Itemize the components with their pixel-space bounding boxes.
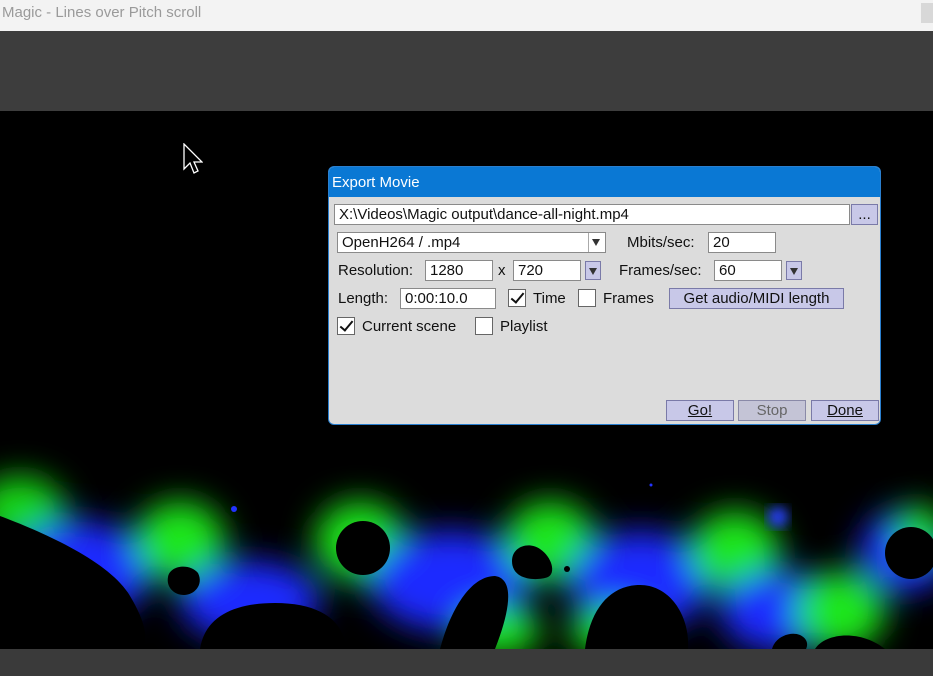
export-movie-dialog: Export Movie X:\Videos\Magic output\danc…: [328, 166, 881, 425]
playlist-checkbox[interactable]: [475, 317, 493, 335]
time-checkbox[interactable]: [508, 289, 526, 307]
fps-label: Frames/sec:: [619, 262, 702, 279]
window-title: Magic - Lines over Pitch scroll: [2, 4, 202, 21]
go-button-label: Go!: [687, 402, 713, 419]
time-label: Time: [533, 290, 566, 307]
playlist-label: Playlist: [500, 318, 548, 335]
mbits-label: Mbits/sec:: [627, 234, 695, 251]
resolution-height-input[interactable]: 720: [513, 260, 581, 281]
stop-button[interactable]: Stop: [738, 400, 806, 421]
done-button-label: Done: [827, 402, 863, 419]
file-path-input[interactable]: X:\Videos\Magic output\dance-all-night.m…: [334, 204, 850, 225]
dialog-title: Export Movie: [329, 167, 880, 197]
mbits-input[interactable]: 20: [708, 232, 776, 253]
codec-select[interactable]: OpenH264 / .mp4: [337, 232, 606, 253]
status-bar: [0, 649, 933, 676]
get-audio-midi-length-button[interactable]: Get audio/MIDI length: [669, 288, 844, 309]
chevron-down-icon[interactable]: [588, 233, 605, 252]
length-input[interactable]: 0:00:10.0: [400, 288, 496, 309]
resolution-preset-dropdown[interactable]: [585, 261, 601, 280]
mouse-cursor-icon: [183, 143, 203, 174]
done-button[interactable]: Done: [811, 400, 879, 421]
go-button[interactable]: Go!: [666, 400, 734, 421]
fps-preset-dropdown[interactable]: [786, 261, 802, 280]
toolbar-area: [0, 31, 933, 111]
current-scene-checkbox[interactable]: [337, 317, 355, 335]
resolution-label: Resolution:: [338, 262, 414, 279]
window-title-bar: Magic - Lines over Pitch scroll: [0, 0, 933, 31]
fps-input[interactable]: 60: [714, 260, 782, 281]
current-scene-label: Current scene: [362, 318, 457, 335]
window-close-button[interactable]: [921, 3, 933, 23]
resolution-x-label: x: [498, 262, 506, 279]
resolution-width-input[interactable]: 1280: [425, 260, 493, 281]
frames-checkbox[interactable]: [578, 289, 596, 307]
browse-button[interactable]: ...: [851, 204, 878, 225]
codec-value: OpenH264 / .mp4: [342, 234, 461, 251]
frames-label: Frames: [603, 290, 654, 307]
length-label: Length:: [338, 290, 389, 307]
